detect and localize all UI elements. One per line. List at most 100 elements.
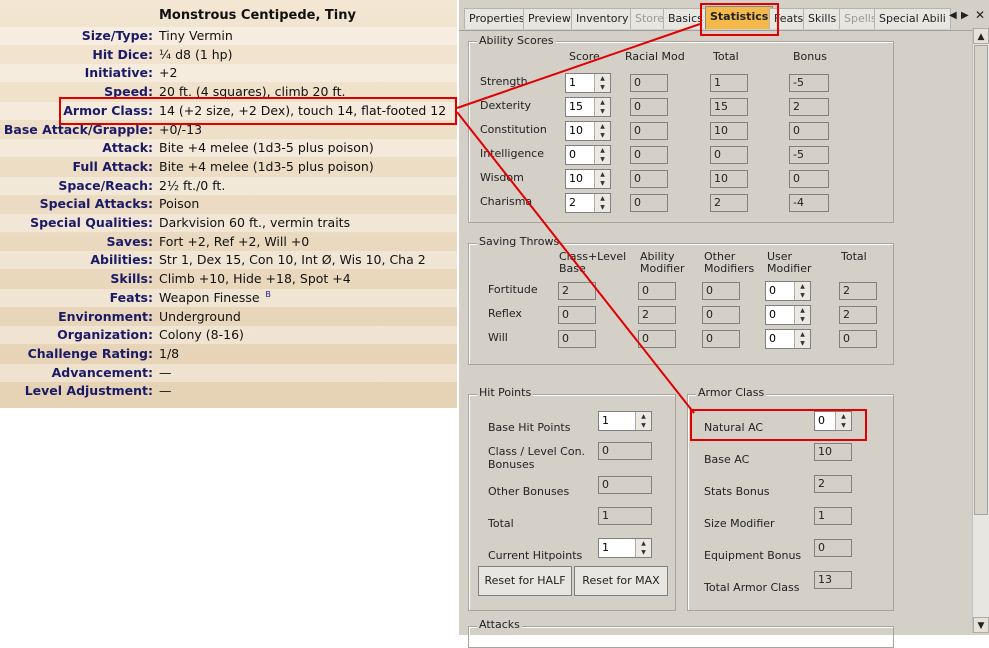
tab-scroll-right-icon[interactable]: ▶ <box>961 10 969 21</box>
save-user-mod-stepper[interactable]: 0 ▲ ▼ <box>765 305 811 325</box>
stat-value: 14 (+2 size, +2 Dex), touch 14, flat-foo… <box>159 102 447 118</box>
stat-row: Base Attack/Grapple: +0/-13 <box>0 121 457 139</box>
ability-bonus: 2 <box>789 98 829 116</box>
ability-score-stepper[interactable]: 10 ▲ ▼ <box>565 169 611 189</box>
stat-value: Weapon Finesse <box>159 289 260 305</box>
ability-name: Charisma <box>480 195 533 208</box>
col-ability-modifier: Ability Modifier <box>640 250 685 275</box>
base-hit-points-stepper[interactable]: 1 ▲ ▼ <box>598 411 652 431</box>
tab-special-abilities[interactable]: Special Abili <box>874 8 951 29</box>
ability-score-stepper[interactable]: 10 ▲ ▼ <box>565 121 611 141</box>
size-modifier-value: 1 <box>814 507 852 525</box>
base-ac-value: 10 <box>814 443 852 461</box>
ability-total: 10 <box>710 170 748 188</box>
ability-total: 1 <box>710 74 748 92</box>
tab-skills[interactable]: Skills <box>803 8 842 29</box>
stat-label: Challenge Rating: <box>27 345 153 361</box>
ability-bonus: -4 <box>789 194 829 212</box>
stat-row: Challenge Rating: 1/8 <box>0 345 457 363</box>
stat-value: Climb +10, Hide +18, Spot +4 <box>159 271 351 287</box>
stat-label: Special Attacks: <box>39 196 153 212</box>
save-ability-mod: 0 <box>638 282 676 300</box>
tab-scroll-left-icon[interactable]: ◀ <box>949 10 957 21</box>
save-other-mod: 0 <box>702 282 740 300</box>
save-ability-mod: 2 <box>638 306 676 324</box>
col-bonus: Bonus <box>793 50 827 63</box>
other-bonuses-value: 0 <box>598 476 652 494</box>
natural-ac-label: Natural AC <box>704 421 764 434</box>
current-hitpoints-stepper[interactable]: 1 ▲ ▼ <box>598 538 652 558</box>
tab-statistics[interactable]: Statistics <box>705 6 774 29</box>
con-bonuses-label: Class / Level Con. Bonuses <box>488 445 586 471</box>
ability-name: Constitution <box>480 123 547 136</box>
hit-points-title: Hit Points <box>477 386 534 399</box>
total-armor-class-value: 13 <box>814 571 852 589</box>
stat-row: Feats: Weapon Finesse B <box>0 288 457 307</box>
scroll-up-icon[interactable]: ▲ <box>973 28 989 44</box>
stat-label: Size/Type: <box>81 28 153 43</box>
stat-row: Environment: Underground <box>0 308 457 326</box>
stat-value: Darkvision 60 ft., vermin traits <box>159 215 351 230</box>
stat-label: Advancement: <box>51 364 153 380</box>
tab-basics[interactable]: Basics <box>663 8 708 29</box>
stat-label: Space/Reach: <box>58 177 153 193</box>
statistics-panel: Ability Scores Score Racial Mod Total Bo… <box>459 31 971 648</box>
tab-properties[interactable]: Properties <box>464 8 530 29</box>
stat-label: Environment: <box>58 308 153 324</box>
stat-label: Level Adjustment: <box>24 383 153 399</box>
stat-value: 1/8 <box>159 345 180 361</box>
save-base: 0 <box>558 306 596 324</box>
ability-racial-mod: 0 <box>630 98 668 116</box>
saving-throws-title: Saving Throws <box>477 235 562 248</box>
save-user-mod-stepper[interactable]: 0 ▲ ▼ <box>765 281 811 301</box>
stat-row: Attack: Bite +4 melee (1d3-5 plus poison) <box>0 139 457 158</box>
reset-half-button[interactable]: Reset for HALF <box>478 566 572 596</box>
tab-preview[interactable]: Preview <box>523 8 576 29</box>
ability-name: Dexterity <box>480 99 532 112</box>
stat-label: Attack: <box>102 140 153 156</box>
stat-label: Abilities: <box>90 252 153 268</box>
col-other-modifiers: Other Modifiers <box>704 250 755 275</box>
ability-bonus: 0 <box>789 170 829 188</box>
natural-ac-stepper[interactable]: 0 ▲ ▼ <box>814 411 852 431</box>
character-editor-window: Properties Preview Inventory Store Basic… <box>459 0 989 648</box>
save-total: 0 <box>839 330 877 348</box>
ability-score-stepper[interactable]: 1 ▲ ▼ <box>565 73 611 93</box>
total-armor-class-label: Total Armor Class <box>704 581 800 594</box>
stat-row: Initiative: +2 <box>0 64 457 83</box>
ability-name: Strength <box>480 75 528 88</box>
scrollbar-thumb[interactable] <box>974 45 988 515</box>
ability-bonus: -5 <box>789 74 829 92</box>
save-user-mod-stepper[interactable]: 0 ▲ ▼ <box>765 329 811 349</box>
stat-value: Underground <box>159 308 241 324</box>
ability-score-stepper[interactable]: 15 ▲ ▼ <box>565 97 611 117</box>
stat-block: Monstrous Centipede, Tiny Size/Type: Tiny… <box>0 0 457 408</box>
scroll-down-icon[interactable]: ▼ <box>973 617 989 633</box>
save-name: Fortitude <box>488 283 538 296</box>
close-icon[interactable]: ✕ <box>975 8 985 22</box>
ability-score-stepper[interactable]: 0 ▲ ▼ <box>565 145 611 165</box>
save-total: 2 <box>839 306 877 324</box>
col-user-modifier: User Modifier <box>767 250 812 275</box>
vertical-scrollbar[interactable]: ▲ ▼ <box>972 28 989 633</box>
col-class-level-base: Class+Level Base <box>559 250 627 275</box>
stat-row: Space/Reach: 2½ ft./0 ft. <box>0 176 457 195</box>
save-name: Reflex <box>488 307 522 320</box>
save-other-mod: 0 <box>702 306 740 324</box>
col-score: Score <box>569 50 600 63</box>
stat-value: Fort +2, Ref +2, Will +0 <box>159 233 310 249</box>
reset-max-button[interactable]: Reset for MAX <box>574 566 668 596</box>
stat-label: Initiative: <box>84 65 153 81</box>
armor-class-title: Armor Class <box>696 386 767 399</box>
current-hitpoints-label: Current Hitpoints <box>488 549 583 562</box>
ability-total: 15 <box>710 98 748 116</box>
stat-value: ¼ d8 (1 hp) <box>159 46 233 62</box>
hp-total-label: Total <box>488 517 514 530</box>
stat-row: Organization: Colony (8-16) <box>0 326 457 345</box>
stat-value: +2 <box>159 65 178 81</box>
stat-label: Full Attack: <box>72 158 153 174</box>
stat-row: Full Attack: Bite +4 melee (1d3-5 plus po… <box>0 158 457 176</box>
stat-row: Armor Class: 14 (+2 size, +2 Dex), touch … <box>0 101 457 120</box>
tab-inventory[interactable]: Inventory <box>571 8 634 29</box>
ability-score-stepper[interactable]: 2 ▲ ▼ <box>565 193 611 213</box>
